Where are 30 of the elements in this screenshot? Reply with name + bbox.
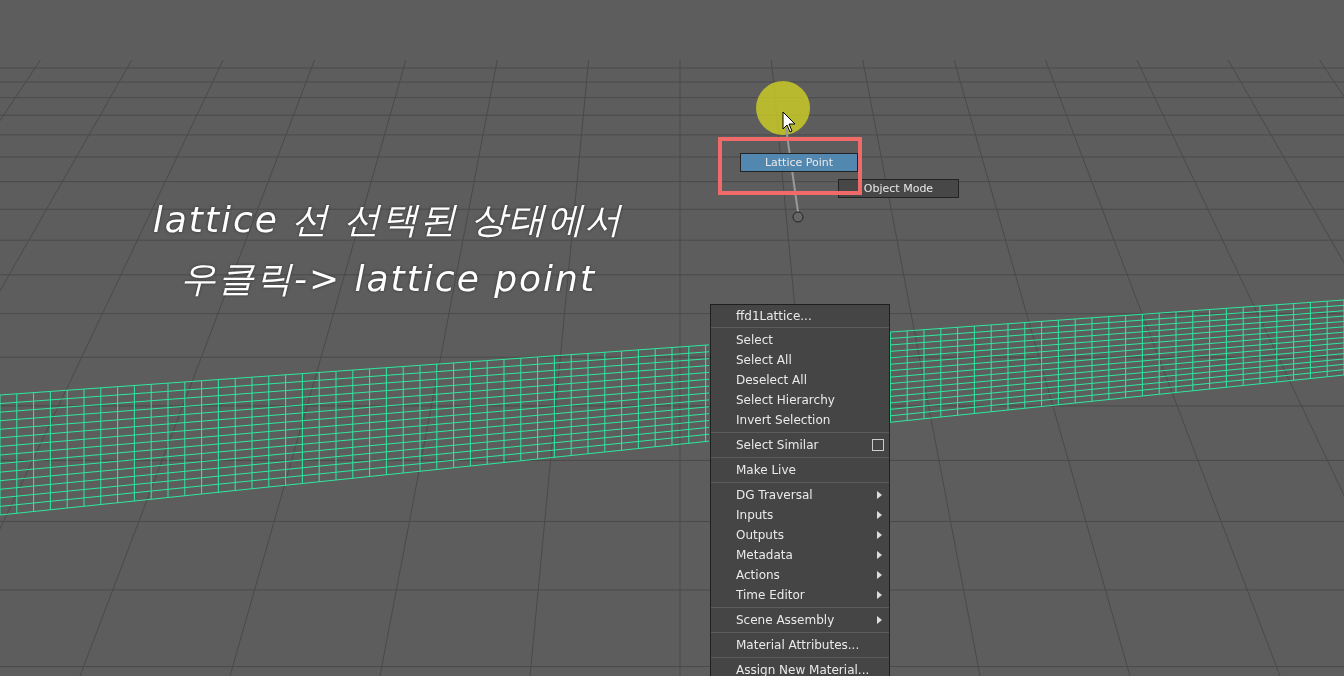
- menu-item[interactable]: Select All: [711, 350, 889, 370]
- submenu-arrow-icon: [877, 491, 882, 499]
- menu-item[interactable]: Inputs: [711, 505, 889, 525]
- menu-item[interactable]: Assign New Material...: [711, 660, 889, 676]
- submenu-arrow-icon: [877, 511, 882, 519]
- menu-item[interactable]: DG Traversal: [711, 485, 889, 505]
- menu-item[interactable]: Metadata: [711, 545, 889, 565]
- submenu-arrow-icon: [877, 591, 882, 599]
- menu-item[interactable]: Make Live: [711, 460, 889, 480]
- menu-item[interactable]: Select: [711, 330, 889, 350]
- menu-item[interactable]: Scene Assembly: [711, 610, 889, 630]
- submenu-arrow-icon: [877, 531, 882, 539]
- submenu-arrow-icon: [877, 571, 882, 579]
- menu-item[interactable]: Outputs: [711, 525, 889, 545]
- click-highlight: [756, 81, 810, 135]
- option-box-icon[interactable]: [872, 439, 884, 451]
- annotation-text: lattice 선 선택된 상태에서: [152, 198, 624, 242]
- marking-menu-item[interactable]: Object Mode: [838, 179, 959, 198]
- cursor-icon: [782, 111, 796, 133]
- annotation-text: 우클릭-> lattice point: [179, 257, 597, 301]
- menu-item[interactable]: Select Similar: [711, 435, 889, 455]
- submenu-arrow-icon: [877, 551, 882, 559]
- menu-item[interactable]: Actions: [711, 565, 889, 585]
- menu-item[interactable]: Material Attributes...: [711, 635, 889, 655]
- menu-item[interactable]: Select Hierarchy: [711, 390, 889, 410]
- menu-item[interactable]: ffd1Lattice...: [711, 305, 889, 327]
- menu-item[interactable]: Deselect All: [711, 370, 889, 390]
- menu-item[interactable]: Invert Selection: [711, 410, 889, 430]
- submenu-arrow-icon: [877, 616, 882, 624]
- menu-item[interactable]: Time Editor: [711, 585, 889, 605]
